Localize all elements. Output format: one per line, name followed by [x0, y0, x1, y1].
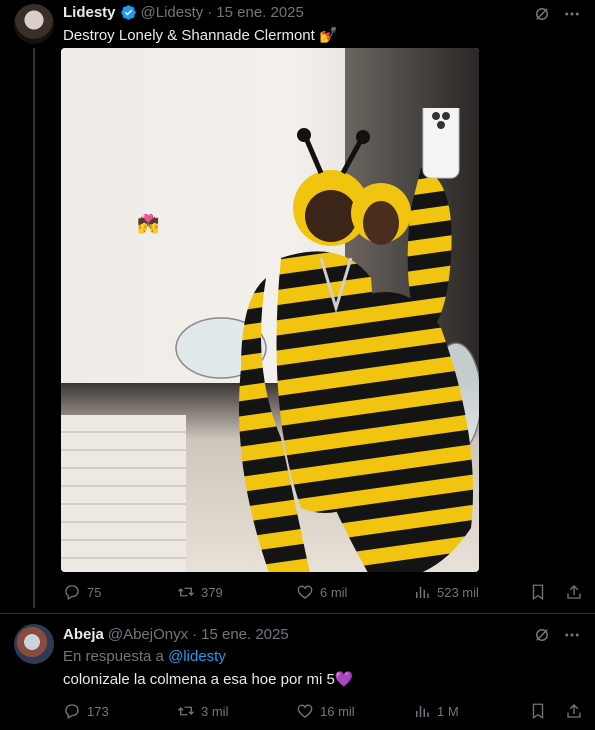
bookmark-icon[interactable] [529, 583, 547, 601]
tweet-end-actions [529, 583, 583, 601]
verified-badge-icon [120, 5, 136, 20]
like-button[interactable]: 16 mil [296, 702, 413, 720]
reply-target-link[interactable]: @lidesty [168, 648, 226, 665]
retweet-button[interactable]: 379 [177, 583, 296, 601]
retweet-icon [178, 587, 194, 597]
retweet-button[interactable]: 3 mil [177, 702, 296, 720]
tweet-top-actions [533, 5, 581, 23]
bookmark-icon[interactable] [529, 702, 547, 720]
like-count: 6 mil [320, 584, 348, 600]
reply-count: 173 [87, 703, 109, 719]
reply-action-bar: 173 3 mil 16 mil 1 M [63, 702, 583, 720]
author-name[interactable]: Lidesty [63, 4, 116, 21]
tweet-date[interactable]: 15 ene. 2025 [216, 4, 304, 21]
reply-count: 75 [87, 584, 102, 600]
author-avatar[interactable] [14, 4, 54, 44]
views-icon [416, 705, 429, 717]
views-button[interactable]: 1 M [413, 702, 529, 720]
retweet-count: 379 [201, 584, 223, 600]
share-icon[interactable] [565, 583, 583, 601]
tweet-text: Destroy Lonely & Shannade Clermont 💅 [63, 27, 338, 44]
grok-icon[interactable] [533, 5, 551, 23]
reply-author-name[interactable]: Abeja [63, 626, 104, 643]
like-button[interactable]: 6 mil [296, 583, 413, 601]
retweet-icon [178, 706, 194, 716]
views-button[interactable]: 523 mil [413, 583, 529, 601]
reply-author-handle[interactable]: @AbejOnyx [108, 626, 188, 643]
separator-dot: · [207, 4, 213, 21]
reply-button[interactable]: 173 [63, 702, 177, 720]
reply-top-actions [533, 626, 581, 644]
reply-context: En respuesta a @lidesty [63, 648, 226, 665]
views-icon [416, 586, 429, 598]
separator-dot: · [192, 626, 198, 643]
reply-text: colonizale la colmena a esa hoe por mi 5… [63, 671, 354, 688]
reply-author-avatar[interactable] [14, 624, 54, 664]
views-count: 1 M [437, 703, 459, 719]
tweet-divider [0, 613, 595, 614]
wall-sticker: 💏 [137, 214, 160, 234]
tweet-photo[interactable]: 💏 [61, 48, 479, 572]
reply-icon [65, 585, 79, 600]
tweet-header: Lidesty @Lidesty · 15 ene. 2025 [63, 4, 304, 21]
like-count: 16 mil [320, 703, 355, 719]
grok-icon[interactable] [533, 626, 551, 644]
reply-header: Abeja @AbejOnyx · 15 ene. 2025 [63, 626, 289, 643]
bee-costume-couple-illustration [175, 108, 479, 572]
reply-icon [65, 704, 79, 719]
more-icon[interactable] [563, 5, 581, 23]
like-icon [297, 585, 313, 599]
reply-date[interactable]: 15 ene. 2025 [201, 626, 289, 643]
tweet-action-bar: 75 379 6 mil 523 mil [63, 583, 583, 601]
author-handle[interactable]: @Lidesty [141, 4, 204, 21]
thread-connector-line [33, 48, 35, 608]
retweet-count: 3 mil [201, 703, 229, 719]
reply-prefix: En respuesta a [63, 648, 164, 665]
views-count: 523 mil [437, 584, 479, 600]
photo-stairs [61, 414, 187, 572]
reply-button[interactable]: 75 [63, 583, 177, 601]
reply-end-actions [529, 702, 583, 720]
share-icon[interactable] [565, 702, 583, 720]
like-icon [297, 704, 313, 718]
more-icon[interactable] [563, 626, 581, 644]
